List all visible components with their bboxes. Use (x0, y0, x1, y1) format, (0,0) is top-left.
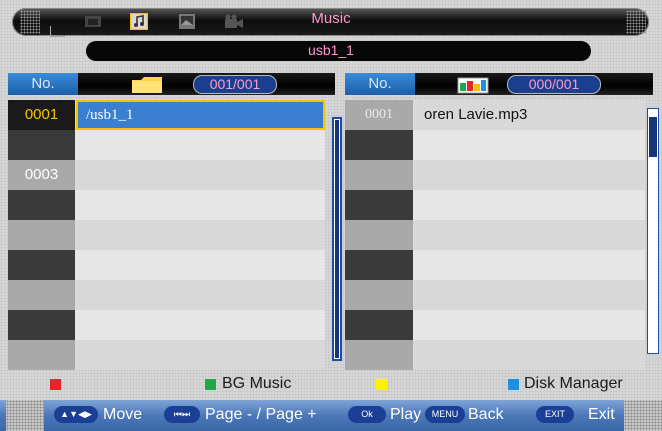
table-row[interactable] (345, 130, 645, 160)
table-row[interactable] (8, 250, 325, 280)
row-filename: oren Lavie.mp3 (424, 106, 528, 123)
row-filename (414, 340, 645, 370)
left-no-label: No. (8, 73, 78, 95)
row-filename (76, 130, 325, 160)
blue-key-swatch (508, 379, 519, 390)
row-number: 0001 (8, 100, 75, 130)
table-row[interactable] (345, 250, 645, 280)
right-count: 000/001 (507, 75, 601, 94)
table-row[interactable] (345, 190, 645, 220)
right-no-label: No. (345, 73, 415, 95)
page-label: Page - / Page + (205, 406, 317, 423)
music-file-icon (457, 77, 489, 99)
row-number (8, 250, 75, 280)
table-row[interactable]: 0003 (8, 160, 325, 190)
row-filename (76, 310, 325, 340)
table-row[interactable] (8, 130, 325, 160)
move-label: Move (103, 406, 143, 423)
table-row[interactable] (345, 310, 645, 340)
play-label: Play (390, 406, 422, 423)
row-number (345, 190, 413, 220)
table-row[interactable] (345, 160, 645, 190)
left-scrollbar-thumb[interactable] (335, 120, 339, 358)
yellow-key-swatch (376, 379, 387, 390)
menu-key-icon: MENU (425, 406, 465, 423)
right-scrollbar[interactable] (647, 108, 659, 354)
row-number (8, 190, 75, 220)
page-title: Music (311, 10, 351, 27)
move-key-icon: ▲▼◀▶ (54, 406, 98, 423)
row-number (8, 340, 75, 370)
row-number: 0003 (8, 160, 75, 190)
table-row[interactable]: 0001/usb1_1 (8, 100, 325, 130)
footer-dots-right (624, 400, 662, 431)
left-file-list: 0001/usb1_1 0003 (8, 100, 328, 370)
row-filename (76, 190, 325, 220)
row-filename (414, 220, 645, 250)
row-number (345, 310, 413, 340)
row-filename (414, 190, 645, 220)
row-filename: /usb1_1 (76, 100, 325, 130)
tab-marker (50, 26, 65, 37)
row-filename (76, 250, 325, 280)
right-panel-header: No. 000/001 (345, 73, 653, 95)
disk-manager-label[interactable]: Disk Manager (524, 372, 623, 396)
row-filename (414, 250, 645, 280)
back-label: Back (468, 406, 504, 423)
table-row[interactable] (8, 280, 325, 310)
row-filename (414, 310, 645, 340)
folder-icon (131, 76, 163, 99)
red-key-swatch (50, 379, 61, 390)
row-number (345, 340, 413, 370)
exit-label: Exit (588, 406, 615, 423)
row-number (345, 220, 413, 250)
right-file-list: 0001 oren Lavie.mp3 (345, 100, 645, 370)
row-number (345, 280, 413, 310)
table-row[interactable] (8, 190, 325, 220)
page-key-icon: ⏮⏭ (164, 406, 200, 423)
row-number (345, 160, 413, 190)
table-row[interactable] (345, 220, 645, 250)
row-number (345, 250, 413, 280)
row-filename (76, 340, 325, 370)
row-filename (414, 160, 645, 190)
table-row[interactable] (345, 340, 645, 370)
row-number (8, 310, 75, 340)
right-scrollbar-thumb[interactable] (649, 117, 657, 157)
table-row[interactable]: 0001 oren Lavie.mp3 (345, 100, 645, 130)
exit-key-icon: EXIT (536, 406, 574, 423)
bg-music-label[interactable]: BG Music (222, 372, 291, 396)
footer-dots-left (6, 400, 44, 431)
current-path: usb1_1 (308, 42, 354, 58)
row-number (8, 220, 75, 250)
green-key-swatch (205, 379, 216, 390)
left-scrollbar[interactable] (331, 116, 343, 362)
left-count: 001/001 (193, 75, 277, 94)
table-row[interactable] (8, 220, 325, 250)
ok-key-icon: Ok (348, 406, 386, 423)
row-filename (76, 220, 325, 250)
row-filename (76, 280, 325, 310)
row-number: 0001 (345, 100, 413, 130)
row-number (8, 130, 75, 160)
row-number (8, 280, 75, 310)
row-number (345, 130, 413, 160)
row-filename (414, 130, 645, 160)
row-filename (414, 280, 645, 310)
table-row[interactable] (345, 280, 645, 310)
row-filename (76, 160, 325, 190)
table-row[interactable] (8, 340, 325, 370)
table-row[interactable] (8, 310, 325, 340)
left-panel-header: No. 001/001 (8, 73, 335, 95)
